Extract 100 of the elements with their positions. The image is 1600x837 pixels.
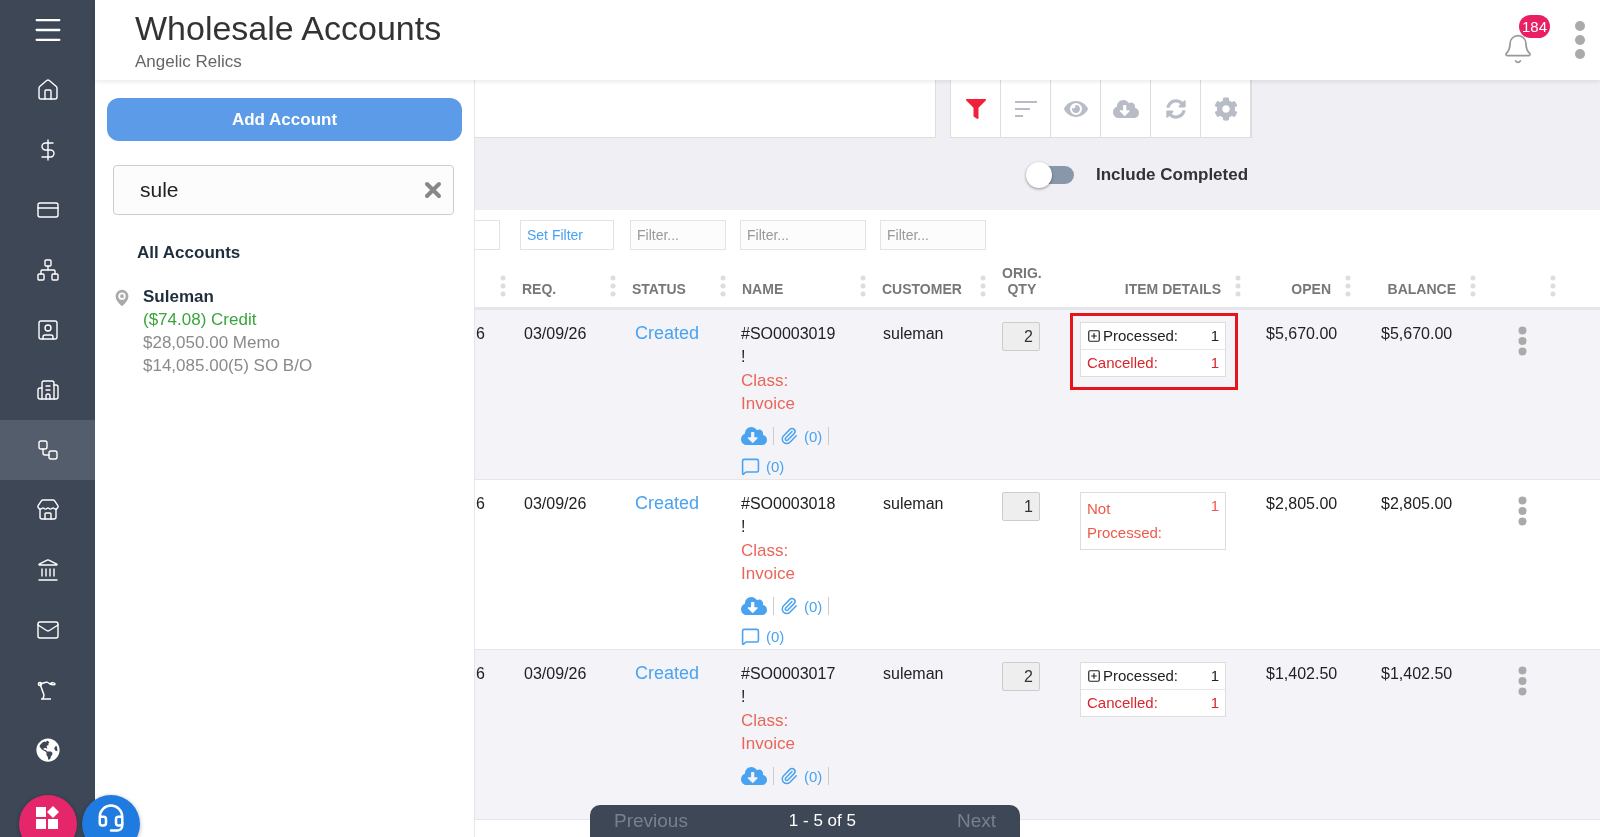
- item-status-count: 1: [1210, 667, 1219, 685]
- contact-icon: [35, 318, 60, 342]
- notification-button[interactable]: 184: [1502, 15, 1550, 65]
- column-header[interactable]: NAME: [742, 281, 784, 297]
- item-status-label: Processed:: [1087, 327, 1179, 345]
- filter-icon: [965, 98, 986, 119]
- page-range: 1 - 5 of 5: [788, 811, 856, 831]
- account-name[interactable]: Suleman: [143, 287, 313, 307]
- filter-field[interactable]: Filter...: [880, 220, 986, 250]
- order-number[interactable]: #SO0003017: [741, 662, 836, 685]
- add-account-button[interactable]: Add Account: [107, 98, 462, 141]
- account-backorder: $14,085.00(5) SO B/O: [143, 356, 313, 376]
- settings-icon: [1213, 96, 1238, 121]
- resize-handle-icon[interactable]: [610, 275, 616, 297]
- order-number[interactable]: #SO0003018: [741, 492, 836, 515]
- order-note-text: !: [741, 347, 746, 367]
- column-header[interactable]: ITEM DETAILS: [1124, 281, 1221, 297]
- attachment-count[interactable]: (0): [804, 427, 823, 445]
- resize-handle-icon[interactable]: [720, 275, 726, 297]
- item-status-label: Cancelled:: [1087, 354, 1158, 372]
- status-link[interactable]: Created: [635, 492, 700, 515]
- table-cell-text: $5,670.00: [1381, 324, 1453, 344]
- more-icon[interactable]: [1574, 21, 1586, 59]
- sort-icon: [1013, 99, 1038, 118]
- table-cell-text: 03/09/26: [524, 324, 587, 344]
- paperclip-icon[interactable]: [780, 597, 798, 615]
- table-cell-text: suleman: [883, 324, 944, 344]
- globe-icon: [35, 738, 60, 762]
- quantity-field: 1: [1002, 492, 1040, 521]
- table-cell-text: $1,402.50: [1266, 664, 1338, 684]
- column-header[interactable]: OPEN: [1291, 281, 1331, 297]
- sidebar-item[interactable]: [0, 420, 95, 480]
- refresh-icon: [1165, 98, 1186, 119]
- order-number[interactable]: #SO0003019: [741, 322, 836, 345]
- table-cell-text: 6: [476, 494, 485, 514]
- attachment-count[interactable]: (0): [804, 597, 823, 615]
- resize-handle-icon[interactable]: [1235, 275, 1241, 297]
- bell-icon: [1502, 33, 1534, 65]
- page-title: Wholesale Accounts: [135, 8, 443, 48]
- quantity-field: 2: [1002, 322, 1040, 351]
- headset-icon: [96, 803, 126, 833]
- resize-handle-icon[interactable]: [1550, 275, 1556, 297]
- mail-icon: [35, 618, 60, 642]
- order-note-text: !: [741, 687, 746, 707]
- column-header[interactable]: CUSTOMER: [882, 281, 962, 297]
- item-status-label: Cancelled:: [1087, 694, 1158, 712]
- comment-icon[interactable]: [741, 457, 760, 476]
- table-cell-text: $1,402.50: [1381, 664, 1453, 684]
- table-cell-text: 03/09/26: [524, 494, 587, 514]
- expand-icon: [1087, 669, 1101, 683]
- column-header[interactable]: REQ.: [522, 281, 557, 297]
- home-icon: [35, 78, 60, 102]
- resize-handle-icon[interactable]: [860, 275, 866, 297]
- set-filter-button[interactable]: Set Filter: [520, 220, 614, 250]
- resize-handle-icon[interactable]: [980, 275, 986, 297]
- item-status-label: Processed:: [1087, 667, 1179, 685]
- expand-icon: [1087, 329, 1101, 343]
- order-note-text: !: [741, 517, 746, 537]
- item-status-count: 1: [1210, 694, 1219, 712]
- row-menu-icon[interactable]: [1518, 666, 1527, 696]
- search-field[interactable]: sule: [113, 165, 454, 215]
- table-cell-text: suleman: [883, 494, 944, 514]
- table-cell-text: 03/09/26: [524, 664, 587, 684]
- row-menu-icon[interactable]: [1518, 326, 1527, 356]
- resize-handle-icon[interactable]: [1345, 275, 1351, 297]
- resize-handle-icon[interactable]: [500, 275, 506, 297]
- section-title: All Accounts: [137, 243, 242, 263]
- item-status-label: Not Processed:: [1087, 499, 1164, 543]
- paperclip-icon[interactable]: [780, 767, 798, 785]
- column-header[interactable]: BALANCE: [1387, 281, 1456, 297]
- filter-field[interactable]: Filter...: [740, 220, 866, 250]
- filter-field[interactable]: Filter...: [630, 220, 726, 250]
- building-icon: [35, 378, 60, 402]
- item-status-count: 1: [1210, 327, 1219, 345]
- comment-count[interactable]: (0): [766, 458, 785, 475]
- account-credit: ($74.08) Credit: [143, 310, 258, 330]
- status-link[interactable]: Created: [635, 662, 700, 685]
- comment-count[interactable]: (0): [766, 628, 785, 645]
- notification-count: 184: [1518, 15, 1550, 38]
- store-icon: [35, 498, 60, 522]
- include-completed-switch[interactable]: [1026, 162, 1074, 188]
- switch-label: Include Completed: [1096, 165, 1249, 185]
- widgets-icon: [35, 805, 61, 831]
- bank-icon: [35, 558, 60, 582]
- table-cell-text: 6: [476, 324, 485, 344]
- attachment-count[interactable]: (0): [804, 767, 823, 785]
- table-cell-text: $2,805.00: [1381, 494, 1453, 514]
- status-link[interactable]: Created: [635, 322, 700, 345]
- resize-handle-icon[interactable]: [1470, 275, 1476, 297]
- support-button[interactable]: [82, 795, 140, 837]
- order-class: Class: Invoice: [741, 370, 796, 415]
- column-header[interactable]: ORIG. QTY: [1002, 265, 1042, 297]
- filter-field[interactable]: [475, 220, 500, 250]
- row-menu-icon[interactable]: [1518, 496, 1527, 526]
- paperclip-icon[interactable]: [780, 427, 798, 445]
- column-header[interactable]: STATUS: [632, 281, 686, 297]
- account-memo: $28,050.00 Memo: [143, 333, 282, 353]
- comment-icon[interactable]: [741, 627, 760, 646]
- table-cell-text: suleman: [883, 664, 944, 684]
- quantity-field: 2: [1002, 662, 1040, 691]
